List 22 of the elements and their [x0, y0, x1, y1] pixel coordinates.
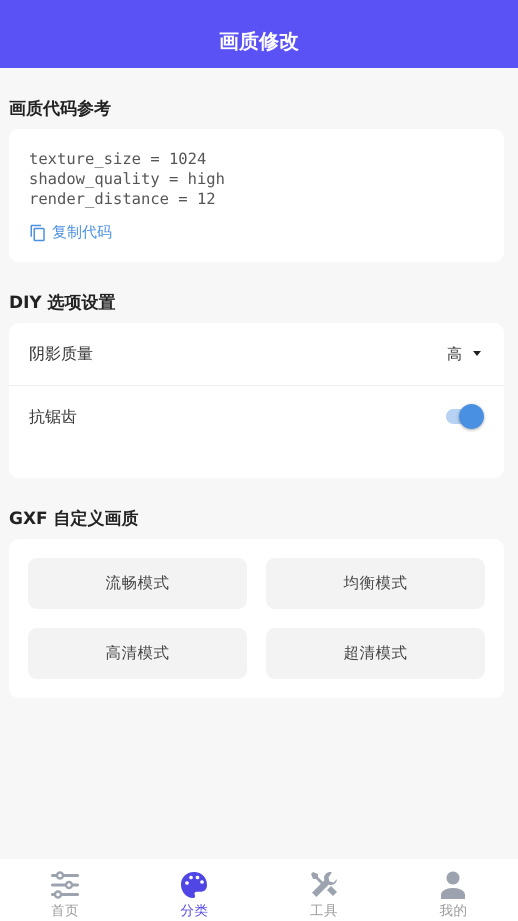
section-title: GXF 自定义画质 [9, 509, 140, 529]
mode-button[interactable]: 高清模式 [28, 628, 247, 679]
setting-label: 抗锯齿 [29, 406, 77, 428]
mode-button[interactable]: 流畅模式 [28, 558, 247, 609]
person-icon [440, 871, 466, 899]
copy-icon [29, 224, 47, 242]
code-line: shadow_quality = high [29, 169, 226, 189]
section-title: DIY 选项设置 [9, 293, 117, 313]
code-line: render_distance = 12 [29, 189, 217, 209]
code-line: texture_size = 1024 [29, 149, 208, 169]
toggle-switch[interactable] [444, 404, 484, 430]
mode-button[interactable]: 超清模式 [266, 628, 485, 679]
palette-icon [180, 871, 208, 899]
sliders-icon [50, 871, 80, 899]
section-title: 画质代码参考 [9, 99, 112, 119]
mode-button[interactable]: 均衡模式 [266, 558, 485, 609]
quality-dropdown[interactable]: 高 [447, 344, 484, 364]
caret-icon [472, 351, 482, 357]
tools-icon [310, 871, 338, 899]
setting-label: 阴影质量 [29, 344, 93, 364]
page-title: 画质修改 [219, 28, 299, 55]
nav-tab[interactable]: 分类 [130, 859, 259, 921]
